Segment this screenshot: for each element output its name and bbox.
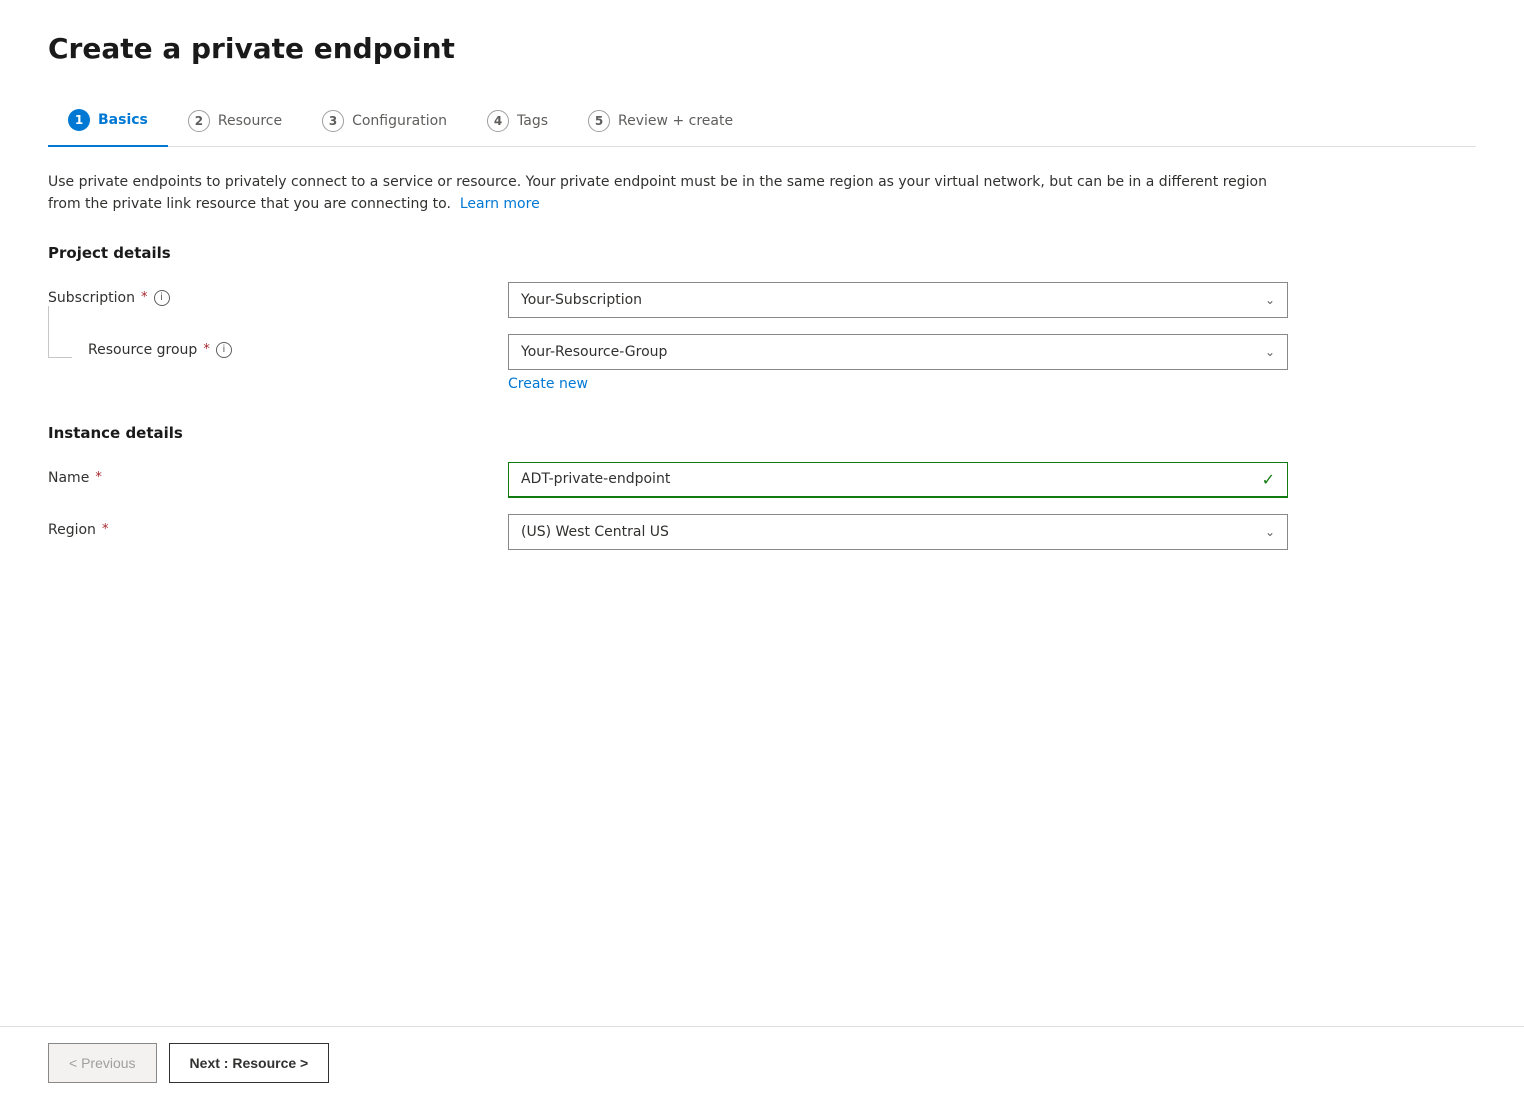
instance-details-section: Instance details Name * ADT-private-endp…	[48, 424, 1476, 550]
tab-number-resource: 2	[188, 110, 210, 132]
resource-group-chevron-icon: ⌄	[1265, 345, 1275, 359]
description-text: Use private endpoints to privately conne…	[48, 171, 1298, 216]
tab-basics[interactable]: 1 Basics	[48, 97, 168, 147]
subscription-required-star: *	[141, 290, 148, 305]
region-chevron-icon: ⌄	[1265, 525, 1275, 539]
subscription-info-icon[interactable]: i	[154, 290, 170, 306]
name-label-col: Name *	[48, 462, 508, 486]
tab-label-basics: Basics	[98, 112, 148, 128]
previous-button-label: < Previous	[69, 1055, 136, 1071]
resource-group-dropdown[interactable]: Your-Resource-Group ⌄	[508, 334, 1288, 370]
region-row: Region * (US) West Central US ⌄	[48, 514, 1476, 550]
resource-group-info-icon[interactable]: i	[216, 342, 232, 358]
subscription-dropdown[interactable]: Your-Subscription ⌄	[508, 282, 1288, 318]
create-new-link[interactable]: Create new	[508, 376, 588, 392]
region-dropdown[interactable]: (US) West Central US ⌄	[508, 514, 1288, 550]
name-value: ADT-private-endpoint	[521, 471, 670, 487]
project-details-section: Project details Subscription * i Your-Su…	[48, 244, 1476, 392]
instance-details-heading: Instance details	[48, 424, 1476, 442]
resource-group-label: Resource group	[88, 342, 197, 358]
name-required-star: *	[95, 470, 102, 485]
tab-label-resource: Resource	[218, 113, 282, 129]
tabs-container: 1 Basics 2 Resource 3 Configuration 4 Ta…	[48, 97, 1476, 147]
tab-tags[interactable]: 4 Tags	[467, 98, 568, 146]
region-label: Region	[48, 522, 96, 538]
tab-resource[interactable]: 2 Resource	[168, 98, 302, 146]
tab-label-tags: Tags	[517, 113, 548, 129]
next-button-label: Next : Resource >	[190, 1055, 309, 1071]
name-control-col: ADT-private-endpoint ✓	[508, 462, 1288, 498]
tab-number-basics: 1	[68, 109, 90, 131]
project-details-heading: Project details	[48, 244, 1476, 262]
tab-number-configuration: 3	[322, 110, 344, 132]
subscription-value: Your-Subscription	[521, 292, 642, 308]
tab-review-create[interactable]: 5 Review + create	[568, 98, 753, 146]
tab-number-tags: 4	[487, 110, 509, 132]
subscription-row: Subscription * i Your-Subscription ⌄	[48, 282, 1476, 318]
tab-label-configuration: Configuration	[352, 113, 447, 129]
region-label-col: Region *	[48, 514, 508, 538]
tab-number-review-create: 5	[588, 110, 610, 132]
resource-group-row: Resource group * i Your-Resource-Group ⌄…	[48, 334, 1476, 392]
tab-configuration[interactable]: 3 Configuration	[302, 98, 467, 146]
name-valid-icon: ✓	[1262, 470, 1275, 489]
region-required-star: *	[102, 522, 109, 537]
tab-label-review-create: Review + create	[618, 113, 733, 129]
previous-button[interactable]: < Previous	[48, 1043, 157, 1083]
subscription-control-col: Your-Subscription ⌄	[508, 282, 1288, 318]
resource-group-control-col: Your-Resource-Group ⌄ Create new	[508, 334, 1288, 392]
name-input[interactable]: ADT-private-endpoint ✓	[508, 462, 1288, 498]
resource-group-label-col: Resource group * i	[48, 334, 508, 358]
page-title: Create a private endpoint	[48, 32, 1476, 65]
name-label: Name	[48, 470, 89, 486]
name-row: Name * ADT-private-endpoint ✓	[48, 462, 1476, 498]
bottom-bar: < Previous Next : Resource >	[0, 1026, 1524, 1098]
region-value: (US) West Central US	[521, 524, 669, 540]
region-control-col: (US) West Central US ⌄	[508, 514, 1288, 550]
subscription-label-col: Subscription * i	[48, 282, 508, 306]
subscription-label: Subscription	[48, 290, 135, 306]
resource-group-required-star: *	[203, 342, 210, 357]
next-button[interactable]: Next : Resource >	[169, 1043, 330, 1083]
subscription-chevron-icon: ⌄	[1265, 293, 1275, 307]
resource-group-value: Your-Resource-Group	[521, 344, 667, 360]
learn-more-link[interactable]: Learn more	[460, 196, 540, 212]
